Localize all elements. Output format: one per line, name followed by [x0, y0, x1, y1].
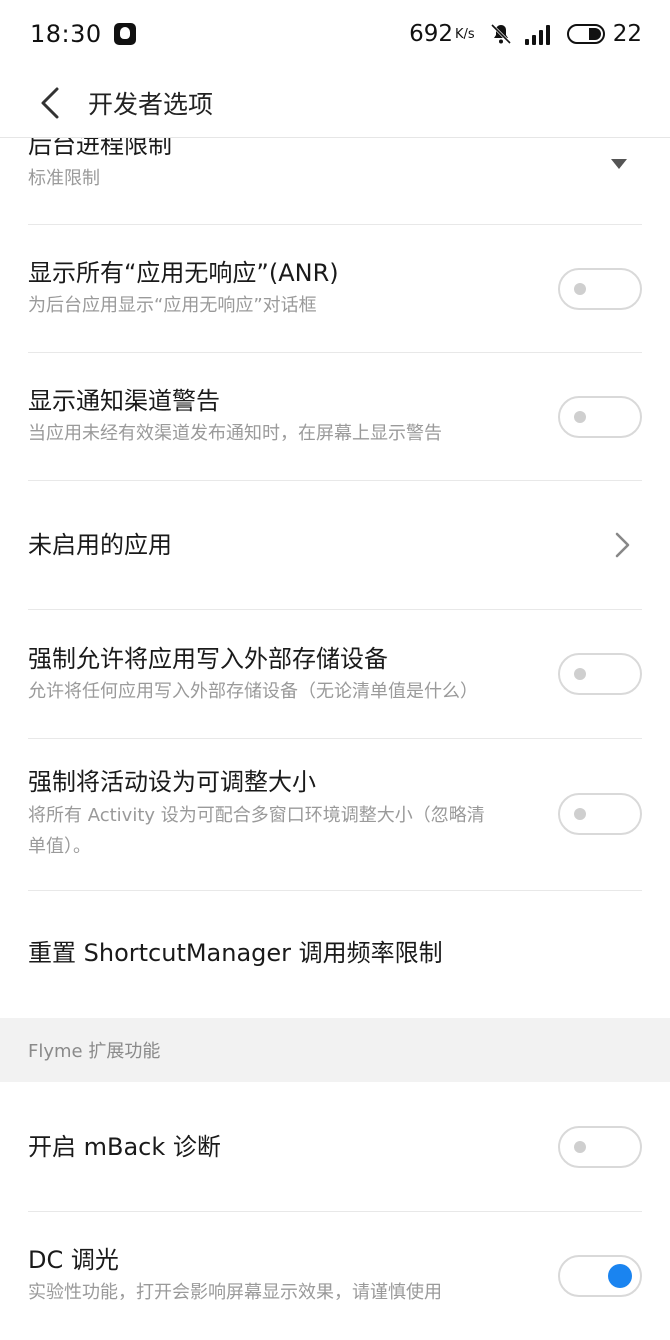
toggle-knob: [574, 411, 586, 423]
setting-reset-shortcutmanager[interactable]: 重置 ShortcutManager 调用频率限制: [28, 891, 642, 1018]
net-speed-unit: K/s: [455, 26, 475, 42]
battery-level: [588, 28, 601, 40]
setting-notification-channel-warning[interactable]: 显示通知渠道警告 当应用未经有效渠道发布通知时，在屏幕上显示警告: [28, 353, 642, 481]
external-storage-toggle[interactable]: [558, 653, 642, 695]
toggle-knob: [574, 808, 586, 820]
toggle-knob: [574, 1141, 586, 1153]
setting-show-all-anr[interactable]: 显示所有“应用无响应”(ANR) 为后台应用显示“应用无响应”对话框: [28, 225, 642, 353]
net-speed: 692: [409, 21, 454, 47]
toggle-knob: [608, 1264, 632, 1288]
setting-subtitle: 当应用未经有效渠道发布通知时，在屏幕上显示警告: [28, 423, 442, 444]
setting-subtitle: 允许将任何应用写入外部存储设备（无论清单值是什么）: [28, 681, 478, 702]
setting-subtitle-line2: 单值）。: [28, 836, 91, 857]
chevron-left-icon: [41, 87, 59, 118]
toggle-knob: [574, 283, 586, 295]
app-header: 开发者选项: [0, 68, 670, 138]
page-title: 开发者选项: [88, 89, 214, 119]
setting-inactive-apps[interactable]: 未启用的应用: [28, 481, 642, 610]
setting-force-resizable[interactable]: 强制将活动设为可调整大小 将所有 Activity 设为可配合多窗口环境调整大小…: [28, 739, 642, 891]
setting-title: 开启 mBack 诊断: [28, 1133, 221, 1161]
setting-mback-diagnostics[interactable]: 开启 mBack 诊断: [28, 1082, 642, 1212]
anr-toggle[interactable]: [558, 268, 642, 310]
signal-icon: [524, 23, 553, 45]
setting-background-process-limit[interactable]: 后台进程限制 标准限制: [28, 138, 642, 225]
setting-subtitle: 标准限制: [28, 168, 100, 189]
setting-title: 后台进程限制: [28, 138, 172, 159]
status-bar-left: 18:30: [30, 20, 136, 48]
setting-dc-dimming[interactable]: DC 调光 实验性功能，打开会影响屏幕显示效果，请谨慎使用: [28, 1212, 642, 1340]
setting-subtitle-line1: 将所有 Activity 设为可配合多窗口环境调整大小（忽略清: [28, 805, 485, 826]
chevron-right-icon: [615, 532, 630, 558]
setting-title: 显示所有“应用无响应”(ANR): [28, 259, 339, 287]
setting-title: 强制将活动设为可调整大小: [28, 768, 316, 796]
battery-percent: 22: [612, 21, 642, 47]
section-header-flyme: Flyme 扩展功能: [0, 1018, 670, 1082]
screen: 18:30 692 K/s 22 开发者选项 后台进程限制 标准限制 显示所有“…: [0, 0, 670, 1340]
status-bar-right: 692 K/s 22: [409, 21, 642, 47]
caret-down-icon: [611, 159, 627, 169]
notification-warning-toggle[interactable]: [558, 396, 642, 438]
back-button[interactable]: [20, 73, 80, 133]
qq-icon: [113, 23, 136, 45]
status-time: 18:30: [30, 20, 102, 48]
section-label: Flyme 扩展功能: [28, 1041, 161, 1062]
toggle-knob: [574, 668, 586, 680]
dc-dimming-toggle[interactable]: [558, 1255, 642, 1297]
setting-subtitle: 实验性功能，打开会影响屏幕显示效果，请谨慎使用: [28, 1282, 442, 1303]
setting-title: 显示通知渠道警告: [28, 387, 220, 415]
status-bar: 18:30 692 K/s 22: [0, 0, 670, 68]
battery-icon: [566, 24, 605, 44]
setting-title: 重置 ShortcutManager 调用频率限制: [28, 939, 443, 967]
resizable-toggle[interactable]: [558, 793, 642, 835]
mute-icon: [490, 23, 511, 45]
setting-title: DC 调光: [28, 1246, 119, 1274]
mback-toggle[interactable]: [558, 1126, 642, 1168]
setting-subtitle: 为后台应用显示“应用无响应”对话框: [28, 295, 317, 316]
settings-list: 后台进程限制 标准限制 显示所有“应用无响应”(ANR) 为后台应用显示“应用无…: [0, 138, 670, 1340]
setting-title: 未启用的应用: [28, 531, 172, 559]
setting-title: 强制允许将应用写入外部存储设备: [28, 645, 388, 673]
setting-force-external-storage[interactable]: 强制允许将应用写入外部存储设备 允许将任何应用写入外部存储设备（无论清单值是什么…: [28, 610, 642, 739]
